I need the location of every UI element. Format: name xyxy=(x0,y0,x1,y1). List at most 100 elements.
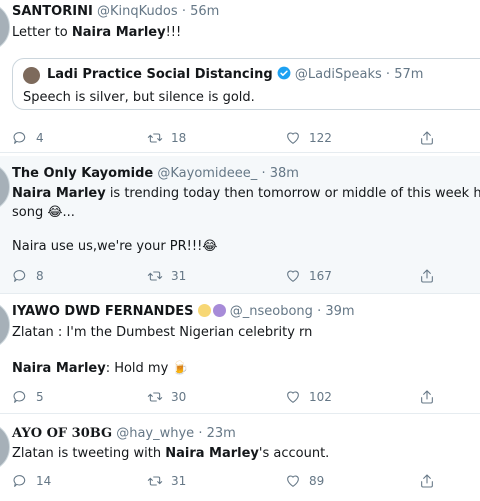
highlighted-term: Naira Marley xyxy=(12,186,106,201)
separator: · xyxy=(317,304,322,319)
display-name[interactable]: AYO OF 30BG xyxy=(12,426,112,441)
reply-button[interactable]: 14 xyxy=(12,472,51,490)
like-count: 89 xyxy=(309,474,325,488)
retweet-button[interactable]: 31 xyxy=(147,267,186,285)
share-button[interactable] xyxy=(419,267,443,285)
tweet-iyawo[interactable]: IYAWO DWD FERNANDES @_nseobong · 39m Zla… xyxy=(0,294,480,414)
text-part: is trending today then tomorrow or middl… xyxy=(109,186,480,201)
separator: · xyxy=(181,4,186,19)
reply-count: 14 xyxy=(36,474,52,488)
reply-button[interactable]: 8 xyxy=(12,267,44,285)
tweet-text-line: Naira Marley is trending today then tomo… xyxy=(12,184,480,203)
user-handle[interactable]: @hay_whye xyxy=(116,426,194,441)
tweet-header: IYAWO DWD FERNANDES @_nseobong · 39m xyxy=(12,303,355,321)
action-bar: 4 18 122 xyxy=(12,129,480,147)
retweet-icon xyxy=(147,476,163,486)
tweet-header: SANTORINI @KinqKudos · 56m xyxy=(12,3,219,21)
display-name[interactable]: SANTORINI xyxy=(12,4,93,19)
separator: · xyxy=(261,166,266,181)
text-part: 's account. xyxy=(258,446,330,461)
retweet-icon xyxy=(147,133,163,143)
reply-icon xyxy=(13,132,26,144)
quoted-text: Speech is silver, but silence is gold. xyxy=(23,90,255,105)
user-handle[interactable]: @KinqKudos xyxy=(97,4,178,19)
retweet-icon xyxy=(147,271,163,281)
reply-button[interactable]: 4 xyxy=(12,129,44,147)
quoted-header: Ladi Practice Social Distancing @LadiSpe… xyxy=(47,66,423,84)
share-button[interactable] xyxy=(419,129,443,147)
share-button[interactable] xyxy=(419,472,443,490)
like-count: 167 xyxy=(309,269,332,283)
quoted-display-name: Ladi Practice Social Distancing xyxy=(47,67,273,82)
avatar[interactable] xyxy=(0,300,10,350)
like-count: 122 xyxy=(309,131,332,145)
reply-icon xyxy=(13,475,26,487)
like-button[interactable]: 102 xyxy=(285,388,332,406)
retweet-count: 31 xyxy=(171,269,187,283)
reply-count: 8 xyxy=(36,269,44,283)
user-handle[interactable]: @_nseobong xyxy=(230,304,313,319)
retweet-count: 30 xyxy=(171,390,187,404)
retweet-icon xyxy=(147,392,163,402)
highlighted-term: Naira Marley xyxy=(165,446,259,461)
reply-icon xyxy=(13,270,26,282)
quoted-timestamp: 57m xyxy=(394,67,424,82)
retweet-button[interactable]: 31 xyxy=(147,472,186,490)
like-icon xyxy=(287,270,299,282)
like-button[interactable]: 89 xyxy=(285,472,324,490)
tweet-santorini[interactable]: SANTORINI @KinqKudos · 56m Letter to Nai… xyxy=(0,0,480,153)
separator: · xyxy=(198,426,203,441)
share-icon xyxy=(421,474,433,488)
share-icon xyxy=(421,269,433,283)
like-icon xyxy=(287,475,299,487)
display-name[interactable]: IYAWO DWD FERNANDES xyxy=(12,304,193,319)
display-name[interactable]: The Only Kayomide xyxy=(12,166,153,181)
retweet-button[interactable]: 30 xyxy=(147,388,186,406)
reply-button[interactable]: 5 xyxy=(12,388,44,406)
tweet-text: Zlatan is tweeting with Naira Marley's a… xyxy=(12,444,329,463)
quoted-handle: @LadiSpeaks xyxy=(294,67,382,82)
timestamp[interactable]: 39m xyxy=(325,304,354,319)
user-handle[interactable]: @Kayomideee_ xyxy=(157,166,257,181)
like-button[interactable]: 122 xyxy=(285,129,332,147)
text-part: Letter to xyxy=(12,25,72,40)
timestamp[interactable]: 38m xyxy=(270,166,299,181)
reply-icon xyxy=(13,391,26,403)
retweet-button[interactable]: 18 xyxy=(147,129,186,147)
text-part: : Hold my 🍺 xyxy=(105,361,189,376)
text-part: !!! xyxy=(165,25,182,40)
retweet-count: 18 xyxy=(171,131,187,145)
tweet-header: The Only Kayomide @Kayomideee_ · 38m xyxy=(12,165,299,183)
like-count: 102 xyxy=(309,390,332,404)
tweet-ayo[interactable]: AYO OF 30BG @hay_whye · 23m Zlatan is tw… xyxy=(0,414,480,501)
tweet-text: Letter to Naira Marley!!! xyxy=(12,23,181,42)
yellow-heart-emoji xyxy=(197,304,211,317)
quoted-avatar xyxy=(23,67,40,84)
highlighted-term: Naira Marley xyxy=(71,25,166,40)
tweet-kayomide[interactable]: The Only Kayomide @Kayomideee_ · 38m Nai… xyxy=(0,156,480,294)
share-icon xyxy=(421,390,433,404)
tweet-header: AYO OF 30BG @hay_whye · 23m xyxy=(12,425,236,443)
like-icon xyxy=(287,391,299,403)
like-button[interactable]: 167 xyxy=(285,267,332,285)
tweet-text-line: song 😂... xyxy=(12,205,75,220)
timestamp[interactable]: 23m xyxy=(207,426,236,441)
share-button[interactable] xyxy=(419,388,443,406)
action-bar: 8 31 167 xyxy=(12,267,480,285)
quoted-tweet[interactable]: Ladi Practice Social Distancing @LadiSpe… xyxy=(12,58,480,110)
tweet-text-line: Zlatan : I'm the Dumbest Nigerian celebr… xyxy=(12,325,313,340)
avatar[interactable] xyxy=(0,2,10,52)
tweet-text-line: Naira use us,we're your PR!!!😂 xyxy=(12,239,218,254)
share-icon xyxy=(421,131,433,145)
avatar[interactable] xyxy=(0,422,10,472)
timestamp[interactable]: 56m xyxy=(190,4,219,19)
separator: · xyxy=(385,67,391,82)
like-icon xyxy=(287,132,299,144)
action-bar: 5 30 102 xyxy=(12,388,480,406)
text-part: Zlatan is tweeting with xyxy=(12,446,166,461)
purple-heart-emoji xyxy=(212,304,226,317)
avatar[interactable] xyxy=(0,162,10,212)
highlighted-term: Naira Marley xyxy=(12,361,106,376)
action-bar: 14 31 89 xyxy=(12,472,480,490)
verified-badge-icon xyxy=(277,66,291,80)
